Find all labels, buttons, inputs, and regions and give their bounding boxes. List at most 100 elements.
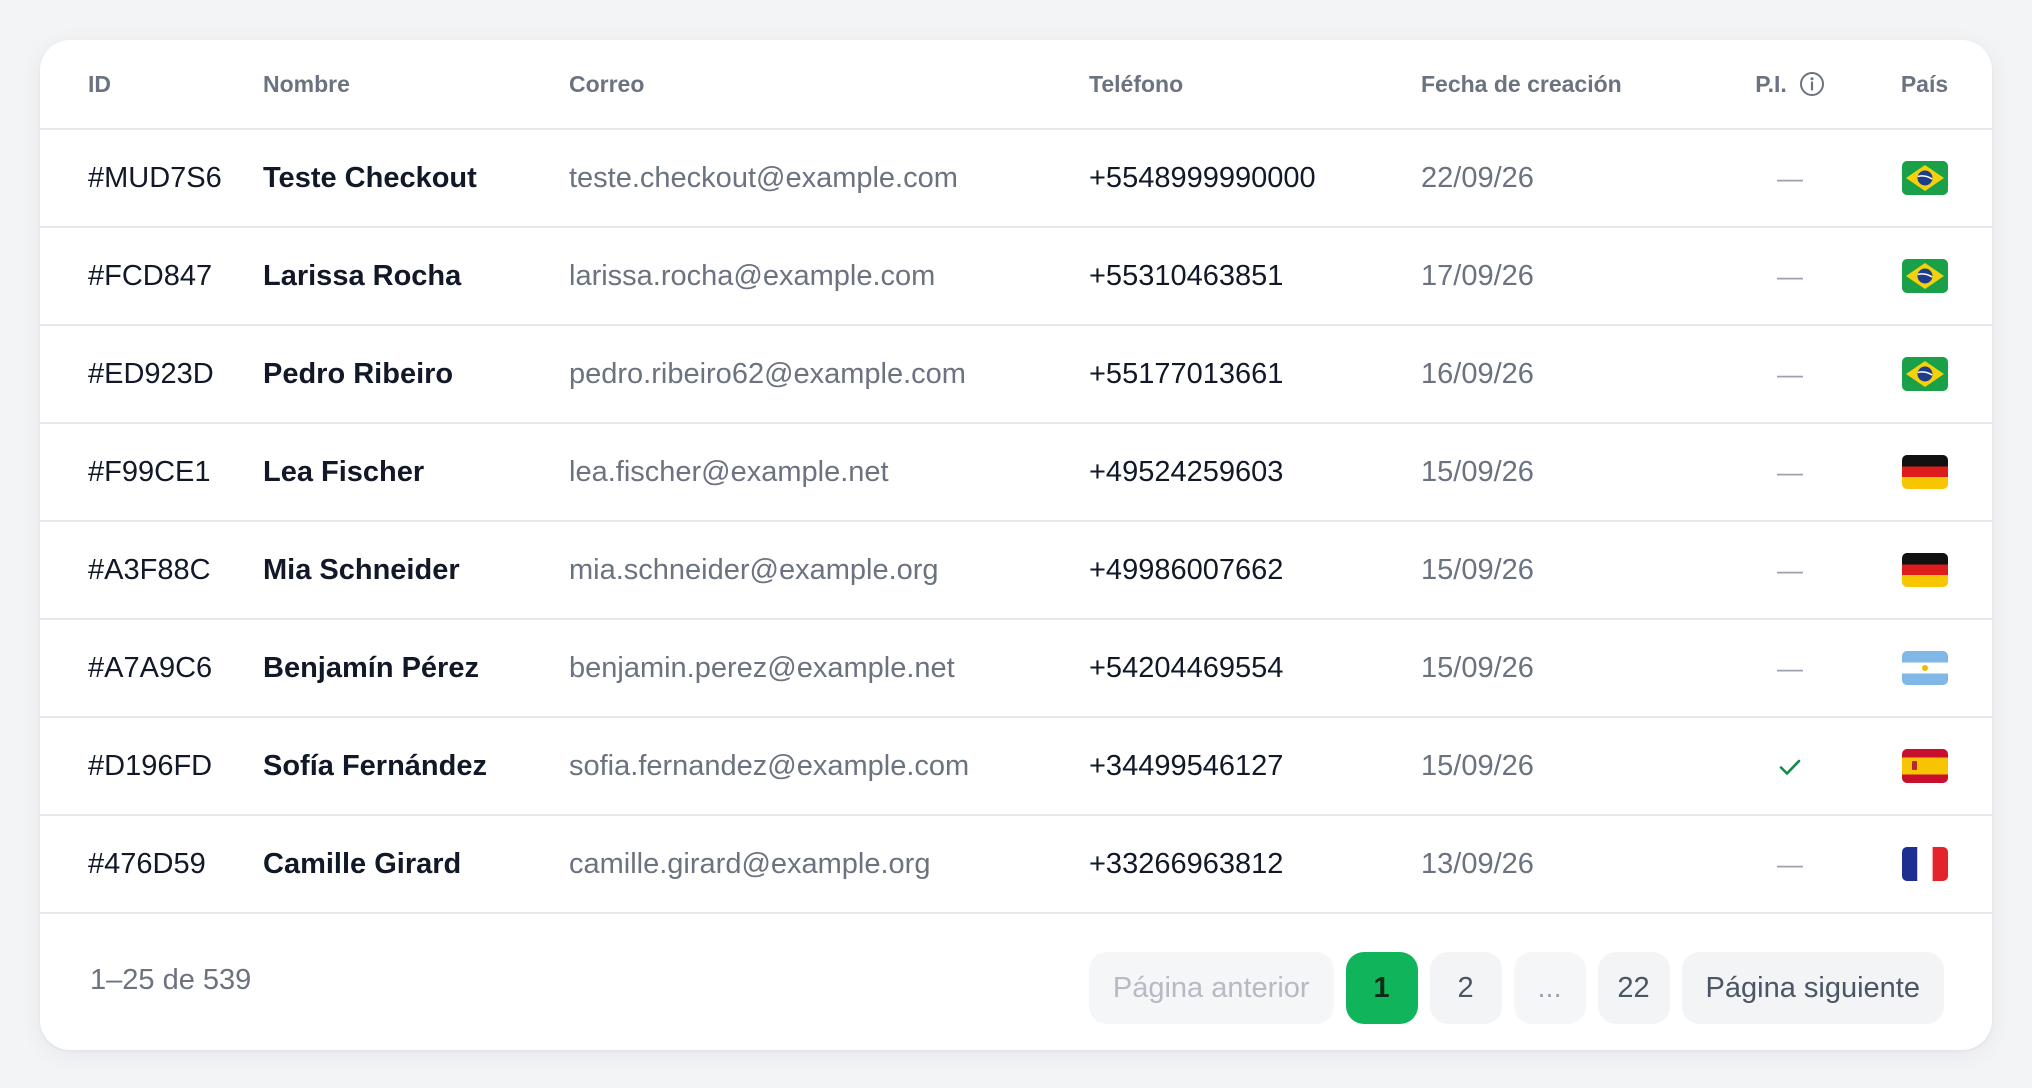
cell-id: #A3F88C [40, 521, 263, 620]
cell-email: teste.checkout@example.com [569, 129, 1089, 228]
cell-country [1857, 619, 1992, 718]
customers-table: ID Nombre Correo Teléfono Fecha de creac… [40, 40, 1992, 914]
cell-phone: +34499546127 [1089, 717, 1421, 816]
column-header-name[interactable]: Nombre [263, 40, 569, 130]
pi-empty-dash: — [1777, 162, 1803, 193]
cell-phone: +55177013661 [1089, 325, 1421, 424]
germany-flag-icon [1901, 455, 1948, 490]
cell-name: Larissa Rocha [263, 227, 569, 326]
cell-created: 15/09/26 [1421, 423, 1723, 522]
cell-id: #476D59 [40, 815, 263, 914]
cell-pi: — [1723, 129, 1857, 228]
pagination-range: 1–25 de 539 [90, 964, 252, 996]
cell-phone: +33266963812 [1089, 815, 1421, 914]
column-header-pi-label: P.I. [1755, 70, 1787, 97]
cell-name: Sofía Fernández [263, 717, 569, 816]
table-header-row: ID Nombre Correo Teléfono Fecha de creac… [40, 40, 1992, 130]
cell-pi: — [1723, 521, 1857, 620]
next-page-button[interactable]: Página siguiente [1681, 952, 1944, 1024]
pi-empty-dash: — [1777, 456, 1803, 487]
page-button-22[interactable]: 22 [1597, 952, 1670, 1024]
cell-pi [1723, 717, 1857, 816]
cell-name: Lea Fischer [263, 423, 569, 522]
argentina-flag-icon [1901, 651, 1948, 686]
cell-id: #FCD847 [40, 227, 263, 326]
cell-created: 15/09/26 [1421, 521, 1723, 620]
cell-name: Camille Girard [263, 815, 569, 914]
cell-phone: +49524259603 [1089, 423, 1421, 522]
cell-email: benjamin.perez@example.net [569, 619, 1089, 718]
cell-country [1857, 815, 1992, 914]
table-footer: 1–25 de 539 Página anterior 1 2 ... 22 P… [40, 916, 1992, 1050]
table-row[interactable]: #A7A9C6 Benjamín Pérez benjamin.perez@exam… [40, 619, 1992, 718]
column-header-phone[interactable]: Teléfono [1089, 40, 1421, 130]
info-icon[interactable] [1799, 71, 1825, 97]
pi-empty-dash: — [1777, 848, 1803, 879]
cell-email: larissa.rocha@example.com [569, 227, 1089, 326]
table-row[interactable]: #F99CE1 Lea Fischer lea.fischer@example.ne… [40, 423, 1992, 522]
pi-empty-dash: — [1777, 554, 1803, 585]
pi-empty-dash: — [1777, 358, 1803, 389]
column-header-id[interactable]: ID [40, 40, 263, 130]
cell-id: #MUD7S6 [40, 129, 263, 228]
cell-name: Mia Schneider [263, 521, 569, 620]
customers-table-card: ID Nombre Correo Teléfono Fecha de creac… [40, 40, 1992, 1050]
cell-id: #A7A9C6 [40, 619, 263, 718]
cell-country [1857, 521, 1992, 620]
cell-created: 17/09/26 [1421, 227, 1723, 326]
column-header-pi[interactable]: P.I. [1723, 40, 1857, 130]
cell-name: Teste Checkout [263, 129, 569, 228]
germany-flag-icon [1901, 553, 1948, 588]
cell-phone: +54204469554 [1089, 619, 1421, 718]
pagination: Página anterior 1 2 ... 22 Página siguie… [1088, 952, 1944, 1024]
cell-created: 13/09/26 [1421, 815, 1723, 914]
cell-pi: — [1723, 423, 1857, 522]
cell-created: 22/09/26 [1421, 129, 1723, 228]
table-row[interactable]: #FCD847 Larissa Rocha larissa.rocha@exampl… [40, 227, 1992, 326]
cell-pi: — [1723, 619, 1857, 718]
cell-email: pedro.ribeiro62@example.com [569, 325, 1089, 424]
spain-flag-icon [1901, 749, 1948, 784]
table-row[interactable]: #ED923D Pedro Ribeiro pedro.ribeiro62@exam… [40, 325, 1992, 424]
column-header-email[interactable]: Correo [569, 40, 1089, 130]
cell-country [1857, 717, 1992, 816]
cell-phone: +49986007662 [1089, 521, 1421, 620]
pi-empty-dash: — [1777, 260, 1803, 291]
table-row[interactable]: #476D59 Camille Girard camille.girard@exam… [40, 815, 1992, 914]
pi-empty-dash: — [1777, 652, 1803, 683]
cell-country [1857, 423, 1992, 522]
cell-phone: +55310463851 [1089, 227, 1421, 326]
cell-email: mia.schneider@example.org [569, 521, 1089, 620]
cell-phone: +5548999990000 [1089, 129, 1421, 228]
cell-email: lea.fischer@example.net [569, 423, 1089, 522]
cell-email: camille.girard@example.org [569, 815, 1089, 914]
check-icon [1775, 752, 1805, 782]
brazil-flag-icon [1901, 161, 1948, 196]
table-row[interactable]: #D196FD Sofía Fernández sofia.fernandez@ex… [40, 717, 1992, 816]
cell-country [1857, 227, 1992, 326]
cell-name: Benjamín Pérez [263, 619, 569, 718]
cell-country [1857, 129, 1992, 228]
table-row[interactable]: #A3F88C Mia Schneider mia.schneider@exampl… [40, 521, 1992, 620]
cell-pi: — [1723, 815, 1857, 914]
cell-email: sofia.fernandez@example.com [569, 717, 1089, 816]
cell-created: 15/09/26 [1421, 717, 1723, 816]
france-flag-icon [1901, 847, 1948, 882]
page-ellipsis: ... [1513, 952, 1586, 1024]
previous-page-button[interactable]: Página anterior [1088, 952, 1334, 1024]
cell-pi: — [1723, 325, 1857, 424]
brazil-flag-icon [1901, 357, 1948, 392]
cell-country [1857, 325, 1992, 424]
cell-id: #ED923D [40, 325, 263, 424]
brazil-flag-icon [1901, 259, 1948, 294]
page-button-2[interactable]: 2 [1429, 952, 1502, 1024]
cell-created: 16/09/26 [1421, 325, 1723, 424]
column-header-created[interactable]: Fecha de creación [1421, 40, 1723, 130]
cell-pi: — [1723, 227, 1857, 326]
cell-name: Pedro Ribeiro [263, 325, 569, 424]
page-button-1[interactable]: 1 [1345, 952, 1418, 1024]
cell-id: #D196FD [40, 717, 263, 816]
table-row[interactable]: #MUD7S6 Teste Checkout teste.checkout@exam… [40, 129, 1992, 228]
column-header-country[interactable]: País [1857, 40, 1992, 130]
cell-created: 15/09/26 [1421, 619, 1723, 718]
